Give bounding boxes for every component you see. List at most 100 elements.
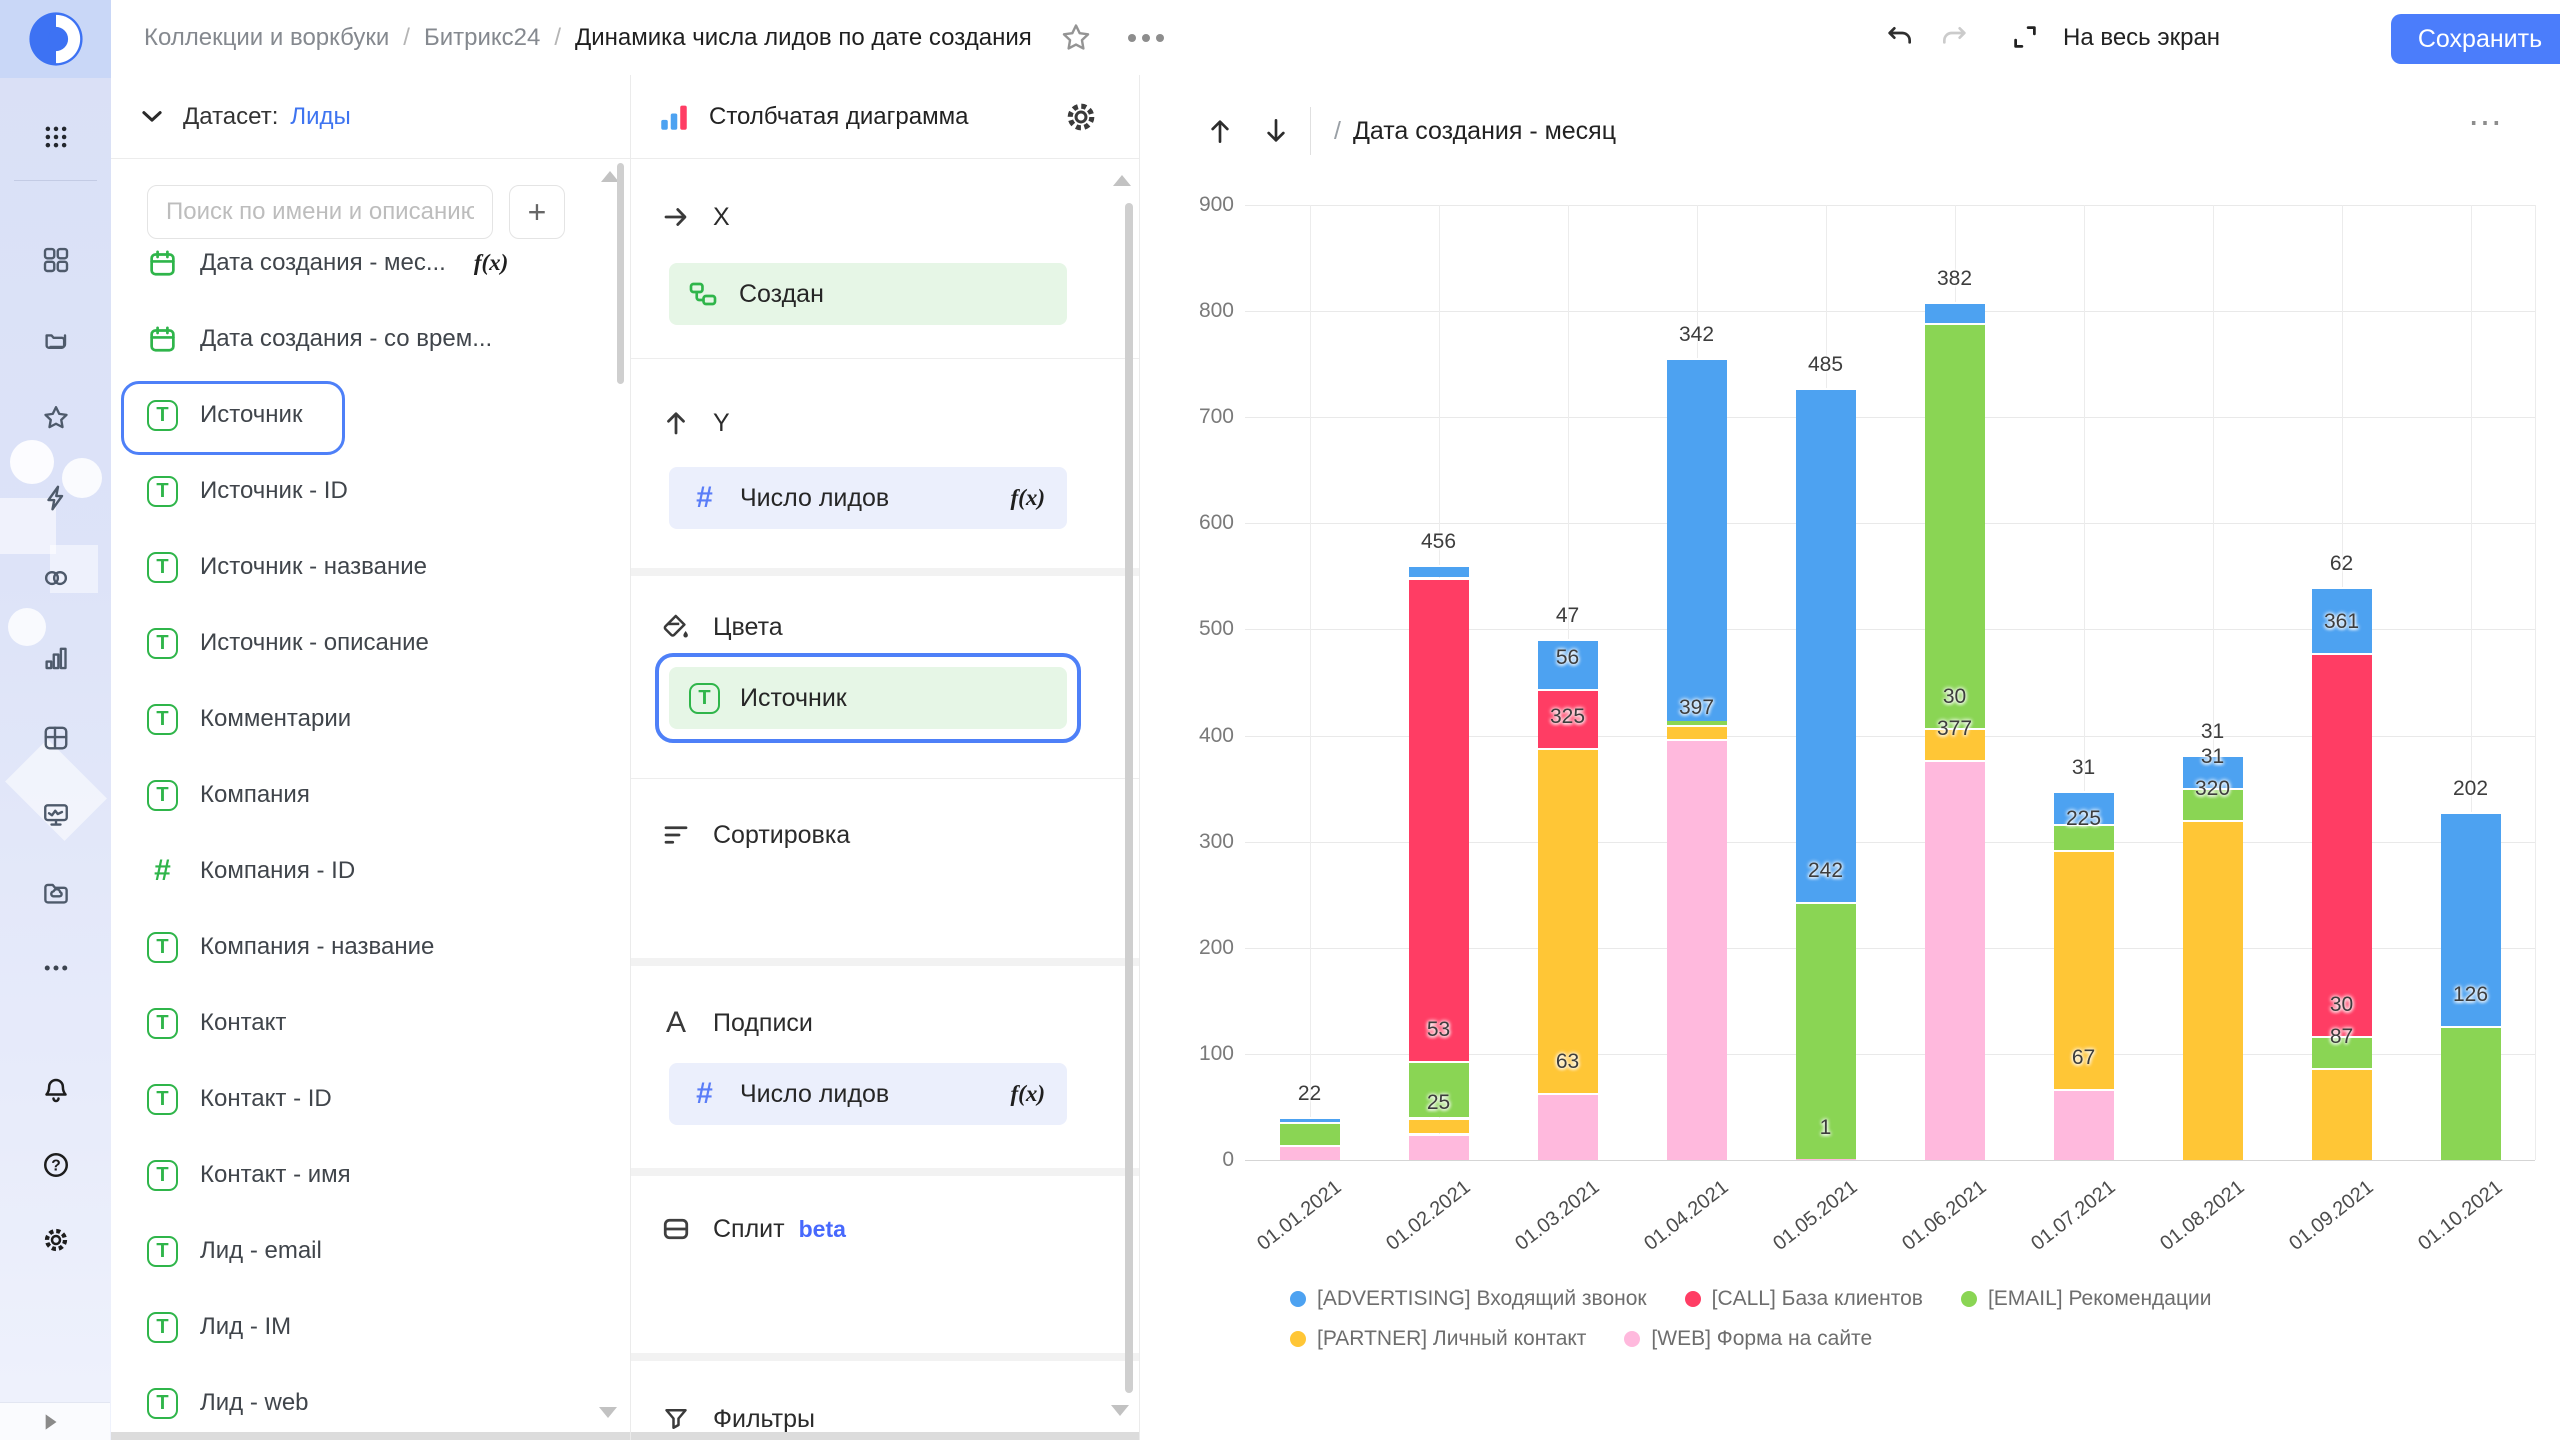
undo-button[interactable]: [1881, 19, 1917, 55]
bar-segment[interactable]: [1925, 760, 1985, 1160]
pill-x-field[interactable]: Создан: [669, 263, 1067, 325]
dataset-field-7[interactable]: TКомментарии: [141, 695, 607, 743]
bar-segment[interactable]: [1409, 1134, 1469, 1161]
funnel-icon: [661, 1404, 691, 1434]
dataset-field-2[interactable]: Дата создания - со врем...: [141, 315, 607, 363]
bar-segment[interactable]: [2183, 820, 2243, 1160]
fullscreen-button[interactable]: [2007, 19, 2043, 55]
bar-segment[interactable]: [1925, 323, 1985, 728]
sidebar-item-dashboards[interactable]: [0, 710, 111, 766]
ellipsis-icon: [1124, 32, 1168, 44]
dataset-field-8[interactable]: TКомпания: [141, 771, 607, 819]
bar-segment[interactable]: [1280, 1122, 1340, 1145]
sidebar-item-collections[interactable]: [0, 312, 111, 368]
dataset-field-6[interactable]: TИсточник - описание: [141, 619, 607, 667]
bar-segment[interactable]: [1538, 748, 1598, 1093]
bar-value-label: 202: [2396, 777, 2546, 801]
dataset-field-14[interactable]: TЛид - email: [141, 1227, 607, 1275]
legend-item[interactable]: [WEB] Форма на сайте: [1624, 1327, 1872, 1351]
dataset-field-10[interactable]: TКомпания - название: [141, 923, 607, 971]
sidebar-item-storage[interactable]: [0, 865, 111, 921]
fullscreen-label[interactable]: На весь экран: [2063, 24, 2220, 52]
bar-segment[interactable]: [1280, 1145, 1340, 1160]
bar-value-label: 485: [1751, 353, 1901, 377]
section-sort[interactable]: Сортировка: [631, 815, 1139, 855]
dataset-field-11[interactable]: TКонтакт: [141, 999, 607, 1047]
legend-item[interactable]: [PARTNER] Личный контакт: [1290, 1327, 1586, 1351]
save-button[interactable]: Сохранить: [2391, 14, 2560, 64]
field-label: Контакт: [200, 1009, 286, 1037]
sidebar-expand-bar[interactable]: [0, 1402, 110, 1440]
pill-colors-field[interactable]: TИсточник: [669, 667, 1067, 729]
section-labels[interactable]: AПодписи: [631, 1003, 1139, 1043]
sidebar-item-settings[interactable]: [0, 1212, 111, 1268]
sidebar-item-apps-grid[interactable]: [0, 109, 111, 165]
fullscreen-icon: [2010, 22, 2040, 52]
dataset-field-16[interactable]: TЛид - web: [141, 1379, 607, 1427]
chart-preview-panel: / Дата создания - месяц ⋯ 01002003004005…: [1140, 75, 2560, 1440]
bar-segment[interactable]: [1667, 739, 1727, 1160]
section-y[interactable]: Y: [631, 403, 1139, 443]
bar-segment[interactable]: [2054, 1089, 2114, 1160]
bar-segment[interactable]: [1409, 578, 1469, 1062]
bar-segment[interactable]: [1796, 388, 1856, 903]
dataset-field-3[interactable]: TИсточник: [141, 391, 607, 439]
field-label: Лид - email: [200, 1237, 322, 1265]
bar-segment[interactable]: [1925, 302, 1985, 323]
scroll-down-arrow[interactable]: [599, 1407, 617, 1418]
bar-value-label: 320: [2138, 777, 2288, 801]
section-x[interactable]: X: [631, 197, 1139, 237]
bar-segment[interactable]: [1538, 1093, 1598, 1160]
redo-button[interactable]: [1937, 19, 1973, 55]
section-split[interactable]: Сплитbeta: [631, 1209, 1139, 1249]
dataset-field-12[interactable]: TКонтакт - ID: [141, 1075, 607, 1123]
bar-segment[interactable]: [1667, 721, 1727, 725]
dataset-field-15[interactable]: TЛид - IM: [141, 1303, 607, 1351]
horizontal-scrollbar[interactable]: [631, 1432, 1139, 1440]
legend-item[interactable]: [EMAIL] Рекомендации: [1961, 1287, 2212, 1311]
section-colors[interactable]: Цвета: [631, 607, 1139, 647]
breadcrumb-workbook[interactable]: Битрикс24: [424, 24, 540, 52]
bar-segment[interactable]: [1409, 565, 1469, 578]
pill-labels-field[interactable]: #Число лидовf(x): [669, 1063, 1067, 1125]
bar-segment[interactable]: [1280, 1117, 1340, 1122]
field-label: Источник: [200, 401, 302, 429]
sidebar-item-services[interactable]: [0, 232, 111, 288]
config-scrollbar-thumb[interactable]: [1125, 203, 1133, 1393]
sidebar-item-charts[interactable]: [0, 630, 111, 686]
sidebar-item-favorites[interactable]: [0, 390, 111, 446]
sidebar-item-connections[interactable]: [0, 550, 111, 606]
monitoring-icon: [41, 800, 71, 830]
breadcrumb-collections[interactable]: Коллекции и воркбуки: [144, 24, 389, 52]
sidebar-item-monitoring[interactable]: [0, 787, 111, 843]
dataset-field-5[interactable]: TИсточник - название: [141, 543, 607, 591]
horizontal-scrollbar[interactable]: [111, 1432, 630, 1440]
y-axis-tick: 900: [1154, 193, 1234, 217]
text-field-icon: T: [147, 476, 178, 507]
scroll-up-arrow[interactable]: [1113, 175, 1131, 186]
legend-item[interactable]: [ADVERTISING] Входящий звонок: [1290, 1287, 1647, 1311]
sidebar-item-lightning[interactable]: [0, 470, 111, 526]
notifications-icon: [41, 1075, 71, 1105]
bar-segment[interactable]: [2312, 1068, 2372, 1160]
bar-segment[interactable]: [1409, 1118, 1469, 1134]
dataset-field-13[interactable]: TКонтакт - имя: [141, 1151, 607, 1199]
pill-y-field[interactable]: #Число лидовf(x): [669, 467, 1067, 529]
bar-segment[interactable]: [1667, 725, 1727, 739]
fields-scrollbar-thumb[interactable]: [617, 163, 624, 384]
sidebar-item-more[interactable]: [0, 940, 111, 996]
scroll-down-arrow[interactable]: [1111, 1405, 1129, 1416]
bar-segment[interactable]: [2441, 1026, 2501, 1160]
legend-item[interactable]: [CALL] База клиентов: [1685, 1287, 1923, 1311]
sidebar-item-help[interactable]: ?: [0, 1137, 111, 1193]
x-axis-label: 01.06.2021: [1858, 1176, 1990, 1286]
bar-segment[interactable]: [1796, 1159, 1856, 1160]
dataset-field-9[interactable]: #Компания - ID: [141, 847, 607, 895]
sidebar-item-notifications[interactable]: [0, 1062, 111, 1118]
bar-segment[interactable]: [1667, 358, 1727, 721]
dataset-field-4[interactable]: TИсточник - ID: [141, 467, 607, 515]
favorite-star-button[interactable]: [1058, 20, 1094, 56]
more-actions-button[interactable]: [1116, 20, 1176, 56]
bar-segment[interactable]: [2312, 653, 2372, 1036]
dataset-field-1[interactable]: Дата создания - мес...f(x): [141, 239, 607, 287]
